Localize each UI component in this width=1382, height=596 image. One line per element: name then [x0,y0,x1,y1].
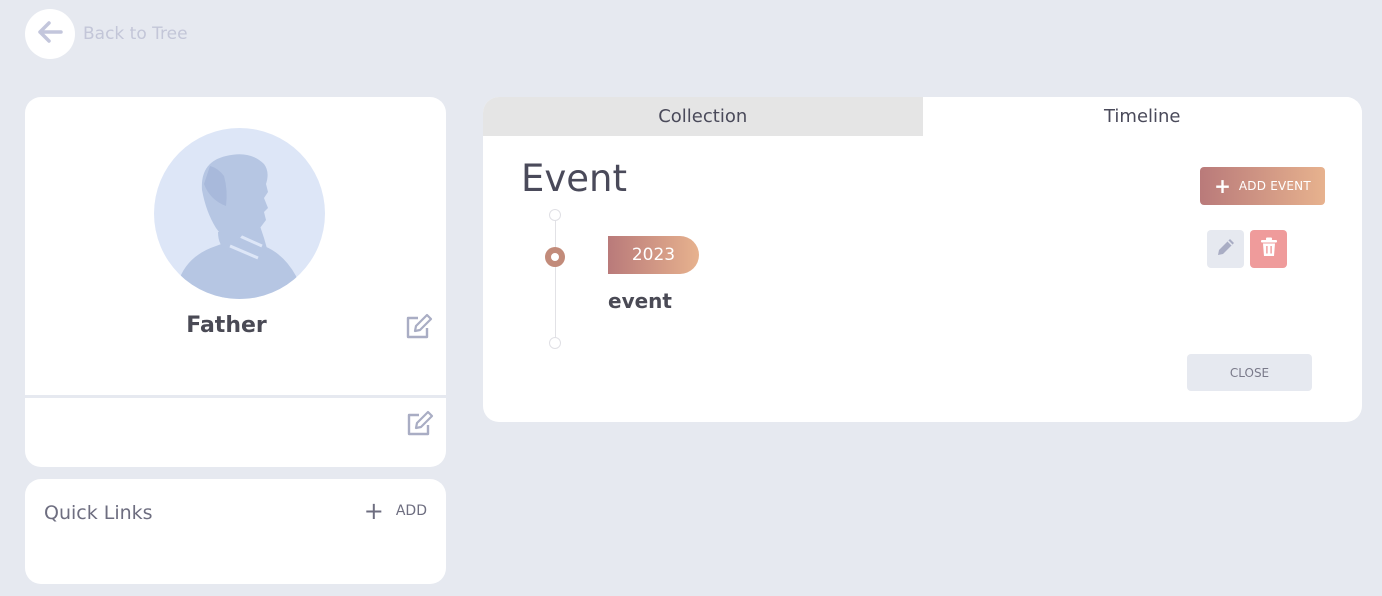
back-label[interactable]: Back to Tree [83,24,188,44]
add-event-label: ADD EVENT [1238,179,1311,193]
person-name: Father [186,313,267,338]
edit-bio-icon[interactable] [406,410,434,442]
quick-links-add-button[interactable]: + ADD [364,499,427,523]
divider [25,395,446,398]
add-event-button[interactable]: + ADD EVENT [1200,167,1325,205]
tab-bar: Collection Timeline [483,97,1362,136]
plus-icon: + [363,497,384,525]
edit-event-button[interactable] [1207,230,1244,268]
tab-collection[interactable]: Collection [483,97,923,136]
person-silhouette-icon [174,154,304,299]
tab-timeline[interactable]: Timeline [922,97,1362,136]
quick-links-add-label: ADD [395,503,427,519]
quick-links-card: Quick Links + ADD [25,479,446,584]
delete-event-button[interactable] [1250,230,1287,268]
edit-name-icon[interactable] [405,313,433,345]
arrow-left-icon [37,20,63,48]
timeline-line [555,215,556,344]
plus-icon: + [1214,174,1231,198]
back-button[interactable] [25,9,75,59]
timeline-panel: Collection Timeline Event + ADD EVENT 20… [483,97,1362,422]
event-year-badge: 2023 [608,236,699,274]
timeline-start-dot [549,209,561,221]
timeline-event-dot [545,247,565,267]
back-to-tree-link[interactable]: Back to Tree [25,9,188,59]
close-button[interactable]: CLOSE [1187,354,1312,391]
event-title: event [608,289,672,313]
avatar [154,128,325,299]
pencil-icon [1216,237,1236,261]
quick-links-title: Quick Links [44,502,153,524]
profile-card: Father [25,97,446,467]
timeline-end-dot [549,337,561,349]
section-title: Event [521,157,627,200]
trash-icon [1260,237,1278,261]
